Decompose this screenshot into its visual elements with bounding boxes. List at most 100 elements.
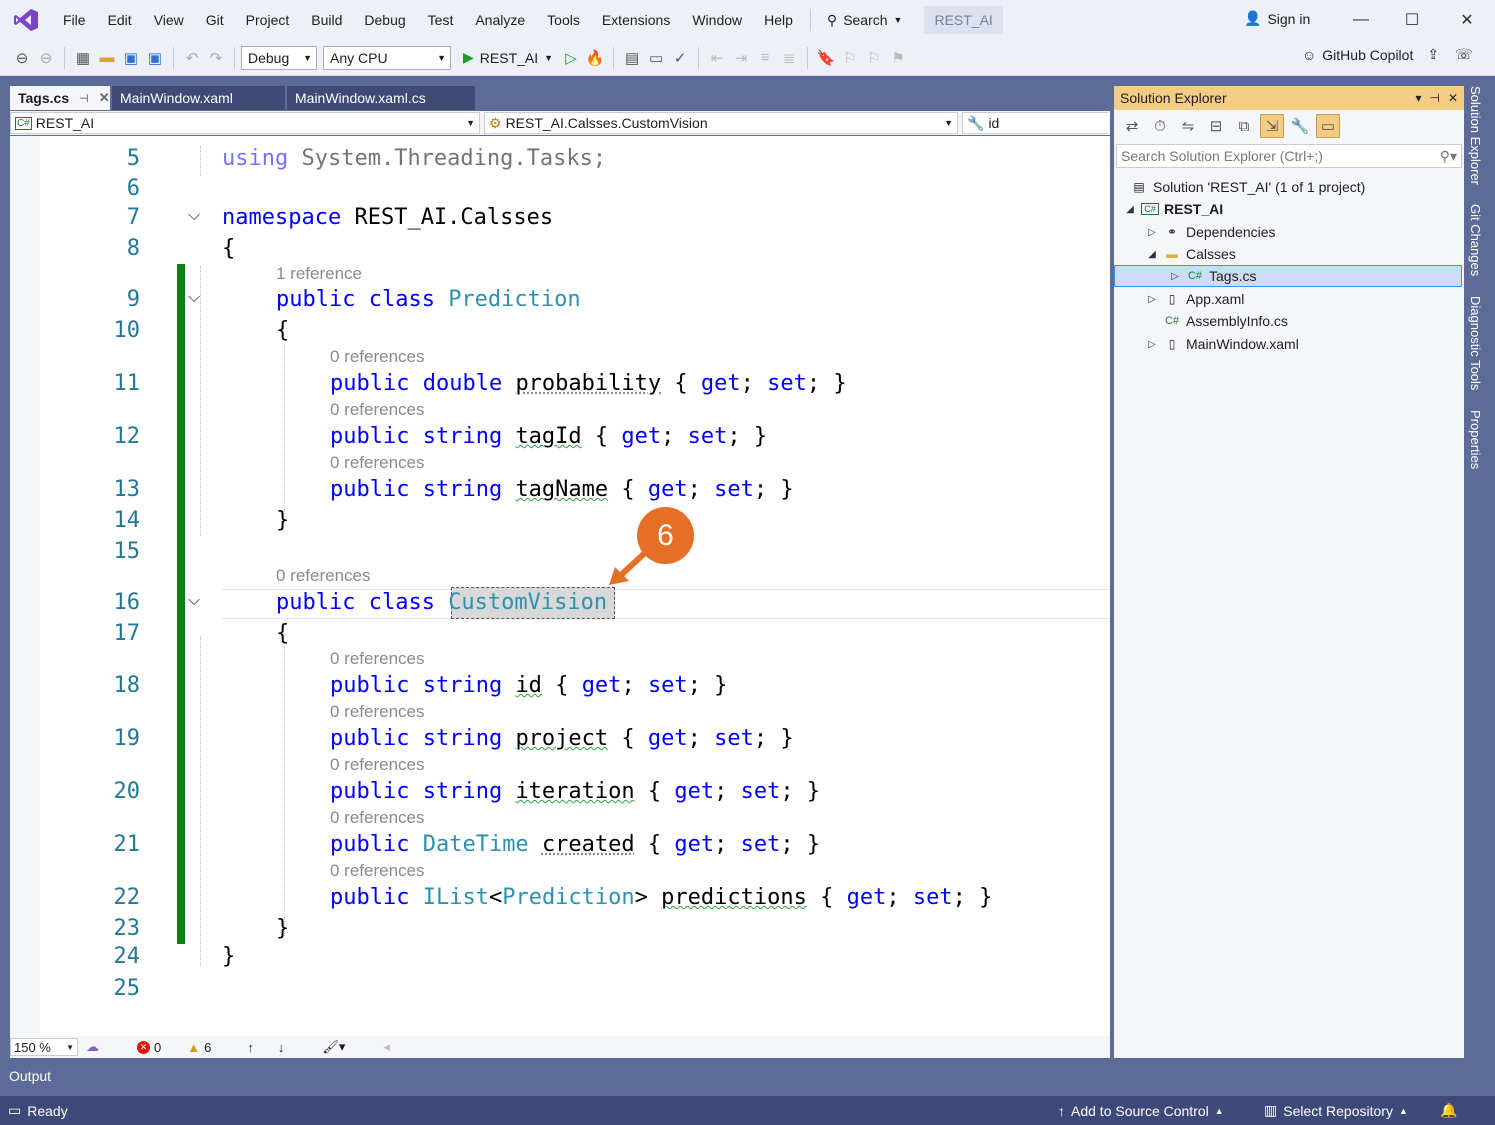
hot-reload-icon[interactable]: 🔥	[583, 46, 607, 70]
menu-item-project[interactable]: Project	[235, 0, 301, 40]
collapse-arrow-icon[interactable]: ◢	[1124, 204, 1136, 215]
menu-item-build[interactable]: Build	[300, 0, 353, 40]
code-cleanup-icon[interactable]: 🖌▾	[322, 1039, 345, 1055]
tree-item-project[interactable]: ◢ C# REST_AI	[1124, 198, 1223, 220]
feedback-icon[interactable]: ☏	[1455, 46, 1473, 63]
add-to-source-control-button[interactable]: ↑ Add to Source Control ▲	[1058, 1103, 1224, 1119]
tree-item-folder[interactable]: ◢ ▬ Calsses	[1146, 243, 1236, 265]
codelens-references[interactable]: 0 references	[330, 702, 425, 722]
share-icon[interactable]: ⇪	[1427, 46, 1439, 63]
tab-properties[interactable]: Properties	[1468, 410, 1483, 469]
expand-arrow-icon[interactable]: ▷	[1169, 271, 1181, 282]
bookmark-icon[interactable]: 🔖	[814, 46, 838, 70]
expand-arrow-icon[interactable]: ▷	[1146, 227, 1158, 238]
tree-item-dependencies[interactable]: ▷ ⚭ Dependencies	[1146, 221, 1275, 243]
output-panel-tab[interactable]: Output	[0, 1062, 1495, 1092]
warnings-indicator[interactable]: ▲ 6	[187, 1040, 211, 1055]
tab-tags-cs[interactable]: Tags.cs ⊣ ✕	[10, 86, 110, 110]
member-dropdown[interactable]: 🔧 id	[962, 112, 1108, 134]
spellcheck-icon[interactable]: ✓	[668, 46, 692, 70]
menu-item-analyze[interactable]: Analyze	[464, 0, 536, 40]
select-repository-button[interactable]: ▥ Select Repository ▲	[1264, 1102, 1408, 1119]
new-project-icon[interactable]: ▦	[71, 46, 95, 70]
start-without-debugging-icon[interactable]: ▷	[559, 46, 583, 70]
menu-item-help[interactable]: Help	[753, 0, 804, 40]
minimize-button[interactable]: —	[1346, 8, 1376, 32]
menu-item-tools[interactable]: Tools	[536, 0, 591, 40]
back-icon[interactable]: ⊖	[10, 46, 34, 70]
codelens-references[interactable]: 0 references	[330, 861, 425, 881]
browse-icon[interactable]: ▤	[620, 46, 644, 70]
tab-mainwindow-xaml[interactable]: MainWindow.xaml	[112, 86, 285, 110]
tree-item-mainwindow[interactable]: ▷ ▯ MainWindow.xaml	[1146, 333, 1299, 355]
codelens-references[interactable]: 0 references	[330, 453, 425, 473]
type-dropdown[interactable]: ⚙ REST_AI.Calsses.CustomVision ▼	[484, 112, 958, 134]
outdent-icon[interactable]: ⇥	[729, 46, 753, 70]
codelens-references[interactable]: 0 references	[330, 755, 425, 775]
menu-item-git[interactable]: Git	[195, 0, 235, 40]
uncomment-icon[interactable]: ≣	[777, 46, 801, 70]
properties-icon[interactable]: 🔧	[1288, 114, 1312, 138]
scroll-left-icon[interactable]: ◂	[383, 1039, 390, 1055]
fold-chevron-icon[interactable]: ⌵	[188, 207, 200, 225]
tab-diagnostic-tools[interactable]: Diagnostic Tools	[1468, 296, 1483, 390]
collapse-arrow-icon[interactable]: ◢	[1146, 249, 1158, 260]
next-issue-icon[interactable]: ↓	[278, 1040, 285, 1055]
menu-item-file[interactable]: File	[52, 0, 97, 40]
forward-icon[interactable]: ⊖	[34, 46, 58, 70]
zoom-dropdown[interactable]: 150 % ▼	[10, 1038, 78, 1056]
tab-git-changes[interactable]: Git Changes	[1468, 204, 1483, 276]
tab-mainwindow-xaml-cs[interactable]: MainWindow.xaml.cs	[287, 86, 475, 110]
code-editor[interactable]: 5 using System.Threading.Tasks; 6 7 ⌵ namespa…	[10, 136, 1110, 1036]
close-button[interactable]: ✕	[1452, 8, 1482, 32]
maximize-button[interactable]: ☐	[1397, 8, 1427, 32]
indent-icon[interactable]: ⇤	[705, 46, 729, 70]
clear-bookmarks-icon[interactable]: ⚑	[886, 46, 910, 70]
open-folder-icon[interactable]: ▬	[95, 46, 119, 70]
close-icon[interactable]: ✕	[1448, 91, 1458, 105]
tree-item-app-xaml[interactable]: ▷ ▯ App.xaml	[1146, 288, 1244, 310]
save-icon[interactable]: ▣	[119, 46, 143, 70]
codelens-references[interactable]: 0 references	[330, 808, 425, 828]
solution-explorer-search[interactable]: Search Solution Explorer (Ctrl+;) ⚲▾	[1116, 144, 1462, 168]
switch-views-icon[interactable]: ⇄	[1120, 114, 1144, 138]
fold-chevron-icon[interactable]: ⌵	[188, 289, 200, 307]
pin-icon[interactable]: ⊣	[79, 92, 89, 105]
errors-indicator[interactable]: ✕ 0	[137, 1040, 161, 1055]
redo-icon[interactable]: ↷	[204, 46, 228, 70]
undo-icon[interactable]: ↶	[180, 46, 204, 70]
tree-item-assemblyinfo[interactable]: C# AssemblyInfo.cs	[1146, 310, 1288, 332]
previous-issue-icon[interactable]: ↑	[247, 1040, 254, 1055]
sign-in-button[interactable]: 👤 Sign in	[1244, 10, 1310, 27]
view-code-icon[interactable]: ⇲	[1260, 114, 1284, 138]
code-health-icon[interactable]: ☁	[86, 1039, 99, 1055]
prev-bookmark-icon[interactable]: ⚐	[838, 46, 862, 70]
notifications-bell-icon[interactable]: 🔔	[1440, 1102, 1457, 1119]
menu-item-window[interactable]: Window	[681, 0, 753, 40]
menu-item-extensions[interactable]: Extensions	[591, 0, 681, 40]
panel-options-icon[interactable]: ▾	[1415, 91, 1421, 105]
pin-icon[interactable]: ⊣	[1429, 91, 1439, 105]
menu-item-debug[interactable]: Debug	[353, 0, 416, 40]
expand-arrow-icon[interactable]: ▷	[1146, 294, 1158, 305]
expand-arrow-icon[interactable]: ▷	[1146, 339, 1158, 350]
menu-item-view[interactable]: View	[143, 0, 195, 40]
codelens-references[interactable]: 1 reference	[276, 264, 362, 284]
codelens-references[interactable]: 0 references	[330, 400, 425, 420]
tree-item-solution[interactable]: ▤ Solution 'REST_AI' (1 of 1 project)	[1130, 176, 1365, 198]
codelens-references[interactable]: 0 references	[330, 649, 425, 669]
codelens-references[interactable]: 0 references	[276, 566, 371, 586]
pending-changes-filter-icon[interactable]: ⏱	[1148, 114, 1172, 138]
next-bookmark-icon[interactable]: ⚐	[862, 46, 886, 70]
save-all-icon[interactable]: ▣	[143, 46, 167, 70]
platform-dropdown[interactable]: Any CPU ▼	[323, 45, 451, 70]
menu-item-edit[interactable]: Edit	[97, 0, 143, 40]
configuration-dropdown[interactable]: Debug ▼	[241, 45, 317, 70]
start-debugging-button[interactable]: ▶ REST_AI ▼	[463, 49, 553, 66]
close-tab-icon[interactable]: ✕	[99, 90, 110, 106]
tab-solution-explorer[interactable]: Solution Explorer	[1468, 86, 1483, 185]
menu-item-test[interactable]: Test	[417, 0, 465, 40]
layout-icon[interactable]: ▭	[644, 46, 668, 70]
project-dropdown[interactable]: C# REST_AI ▼	[10, 112, 480, 134]
sync-icon[interactable]: ⇋	[1176, 114, 1200, 138]
